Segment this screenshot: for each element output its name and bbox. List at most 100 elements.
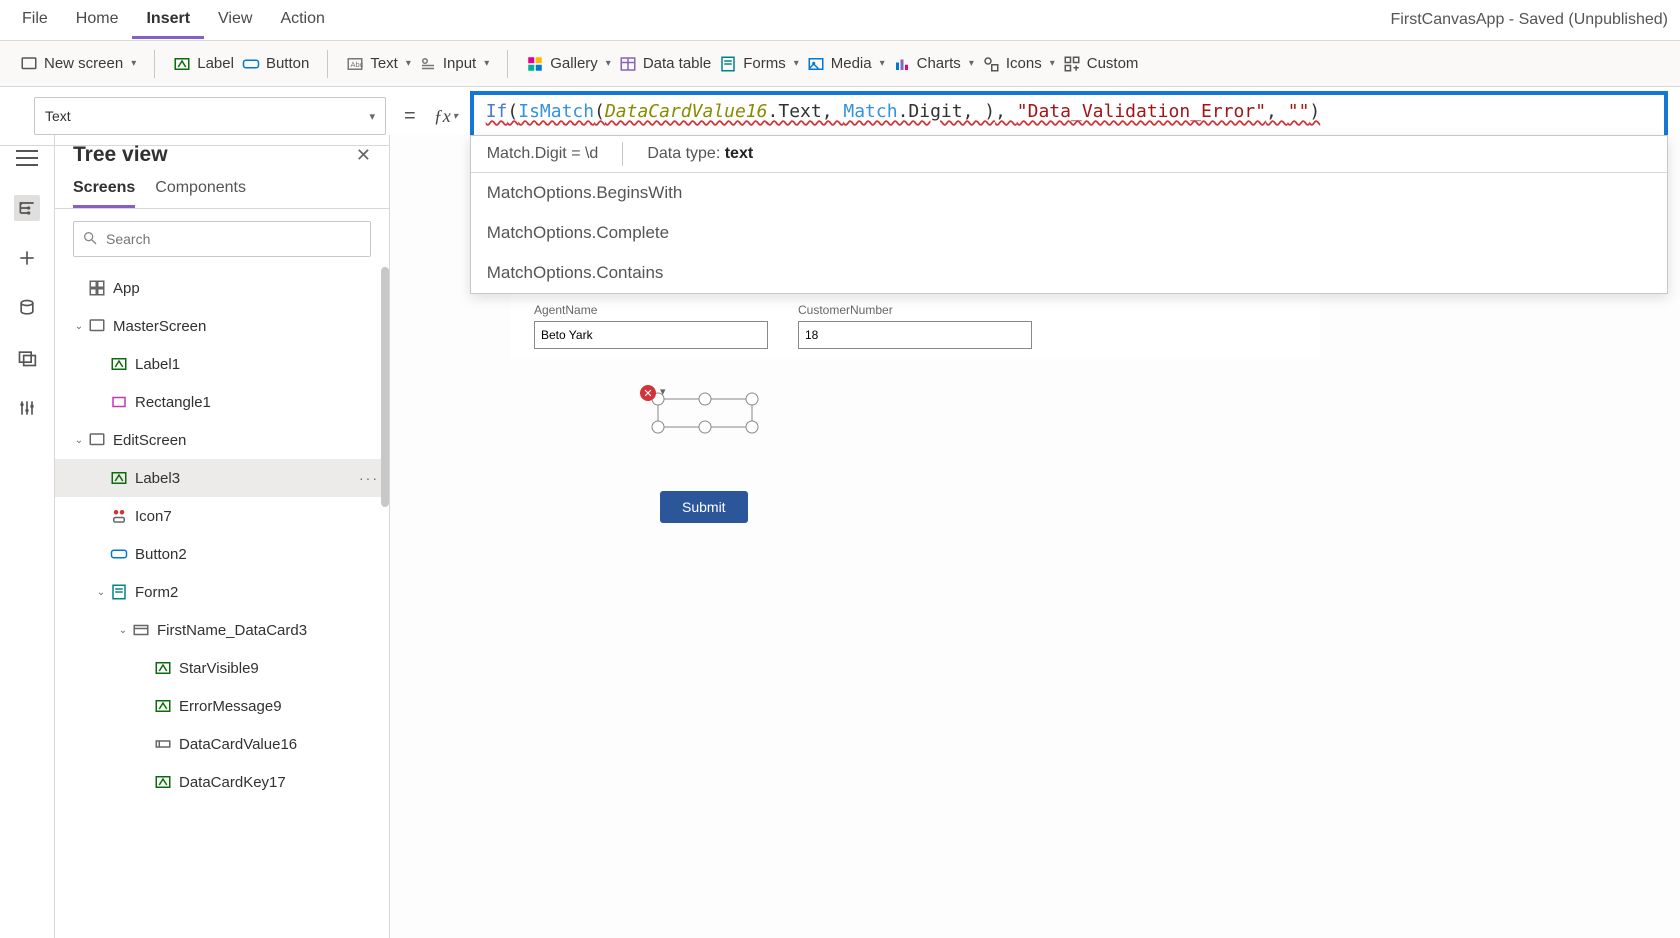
chevron-down-icon: ▾ (606, 58, 611, 69)
search-icon (82, 230, 98, 249)
tree-search[interactable] (73, 221, 371, 257)
card-icon (131, 620, 151, 640)
tree-node[interactable]: ⌄FirstName_DataCard3··· (55, 611, 389, 649)
rail-insert[interactable] (14, 245, 40, 271)
more-icon[interactable]: ··· (359, 470, 379, 486)
insert-label-button[interactable]: Label (173, 55, 234, 73)
input-agentname[interactable] (534, 321, 768, 349)
tree-scrollbar[interactable] (381, 267, 389, 938)
label-icon (109, 354, 129, 374)
expand-toggle[interactable]: ⌄ (71, 321, 87, 332)
tree-tab-components[interactable]: Components (155, 173, 246, 208)
tab-home[interactable]: Home (62, 2, 133, 39)
label-icon (153, 658, 173, 678)
tree-node-label: FirstName_DataCard3 (157, 622, 307, 639)
tree-node[interactable]: Button2··· (55, 535, 389, 573)
tree-node-label: DataCardValue16 (179, 736, 297, 753)
insert-input-button[interactable]: Input ▾ (419, 55, 489, 73)
submit-button[interactable]: Submit (660, 491, 748, 523)
tree-node[interactable]: ErrorMessage9··· (55, 687, 389, 725)
insert-forms-button[interactable]: Forms ▾ (719, 55, 799, 73)
chevron-down-icon: ▾ (1050, 58, 1055, 69)
chevron-down-icon[interactable]: ▾ (660, 385, 666, 398)
input-icon (419, 55, 437, 73)
intellisense-option[interactable]: MatchOptions.Complete (471, 213, 1667, 253)
insert-custom-button[interactable]: Custom (1063, 55, 1139, 73)
intellisense-option[interactable]: MatchOptions.BeginsWith (471, 173, 1667, 213)
close-icon[interactable]: ✕ (356, 145, 371, 166)
insert-charts-button[interactable]: Charts ▾ (893, 55, 974, 73)
tree-node[interactable]: StarVisible9··· (55, 649, 389, 687)
rect-icon (109, 392, 129, 412)
new-screen-button[interactable]: New screen ▾ (20, 55, 136, 73)
tree-node-label: StarVisible9 (179, 660, 259, 677)
tab-file[interactable]: File (8, 2, 62, 39)
expand-toggle[interactable]: ⌄ (93, 587, 109, 598)
app-title: FirstCanvasApp - Saved (Unpublished) (1391, 11, 1672, 29)
tree-node[interactable]: Label1··· (55, 345, 389, 383)
chevron-down-icon: ▾ (484, 58, 489, 69)
tree-search-input[interactable] (104, 230, 362, 248)
tree-node[interactable]: ⌄EditScreen··· (55, 421, 389, 459)
property-selector[interactable]: Text ▾ (34, 97, 386, 135)
expand-toggle[interactable]: ⌄ (115, 625, 131, 636)
tree-node[interactable]: ⌄MasterScreen··· (55, 307, 389, 345)
insert-button-button[interactable]: Button (242, 55, 309, 73)
tree-node[interactable]: Label3 ··· (55, 459, 389, 497)
tab-view[interactable]: View (204, 2, 266, 39)
insert-media-label: Media (831, 55, 872, 72)
chevron-down-icon: ▾ (453, 111, 458, 122)
expand-toggle[interactable]: ⌄ (71, 435, 87, 446)
insert-forms-label: Forms (743, 55, 786, 72)
equals-sign: = (398, 105, 422, 128)
insert-gallery-label: Gallery (550, 55, 598, 72)
label-icon (153, 772, 173, 792)
rail-advanced[interactable] (14, 395, 40, 421)
app-icon (87, 278, 107, 298)
insert-text-label: Text (370, 55, 398, 72)
tab-action[interactable]: Action (266, 2, 338, 39)
screen-icon (20, 55, 38, 73)
insert-text-button[interactable]: Abc Text ▾ (346, 55, 411, 73)
tree-node[interactable]: Rectangle1··· (55, 383, 389, 421)
tree-node-label: Label1 (135, 356, 180, 373)
rail-data[interactable] (14, 295, 40, 321)
error-icon[interactable]: ✕ (640, 385, 656, 401)
tab-insert[interactable]: Insert (132, 2, 204, 39)
screen-icon (87, 316, 107, 336)
tree-node[interactable]: App··· (55, 269, 389, 307)
tree-node-label: Button2 (135, 546, 187, 563)
label-icon (173, 55, 191, 73)
tree-node-label: Rectangle1 (135, 394, 211, 411)
insert-gallery-button[interactable]: Gallery ▾ (526, 55, 611, 73)
property-selector-value: Text (45, 108, 71, 124)
text-icon: Abc (346, 55, 364, 73)
intellisense-hint: Match.Digit = \d Data type: text (471, 136, 1667, 173)
insert-media-button[interactable]: Media ▾ (807, 55, 885, 73)
rail-tree-view[interactable] (14, 195, 40, 221)
rail-hamburger[interactable] (14, 145, 40, 171)
label-customernumber: CustomerNumber (798, 303, 1032, 317)
label-icon (109, 468, 129, 488)
tree-node[interactable]: ⌄Form2··· (55, 573, 389, 611)
chevron-down-icon: ▾ (794, 58, 799, 69)
tree-node-label: Label3 (135, 470, 180, 487)
insert-icons-button[interactable]: Icons ▾ (982, 55, 1055, 73)
tree-node-label: Icon7 (135, 508, 172, 525)
insert-datatable-button[interactable]: Data table (619, 55, 711, 73)
tree-node-label: MasterScreen (113, 318, 206, 335)
button-icon (242, 55, 260, 73)
rail-media[interactable] (14, 345, 40, 371)
tree-node[interactable]: DataCardKey17··· (55, 763, 389, 801)
input-customernumber[interactable] (798, 321, 1032, 349)
tree-node[interactable]: Icon7··· (55, 497, 389, 535)
fx-button[interactable]: ƒx▾ (434, 106, 458, 127)
hamburger-icon (16, 150, 38, 166)
intellisense-option[interactable]: MatchOptions.Contains (471, 253, 1667, 293)
tree-tab-screens[interactable]: Screens (73, 173, 135, 208)
chevron-down-icon: ▾ (369, 110, 375, 123)
forms-icon (719, 55, 737, 73)
selected-control[interactable]: ✕ ▾ (650, 391, 760, 435)
tree-view-panel: Tree view ✕ Screens Components App···⌄Ma… (55, 135, 390, 938)
tree-node[interactable]: DataCardValue16··· (55, 725, 389, 763)
